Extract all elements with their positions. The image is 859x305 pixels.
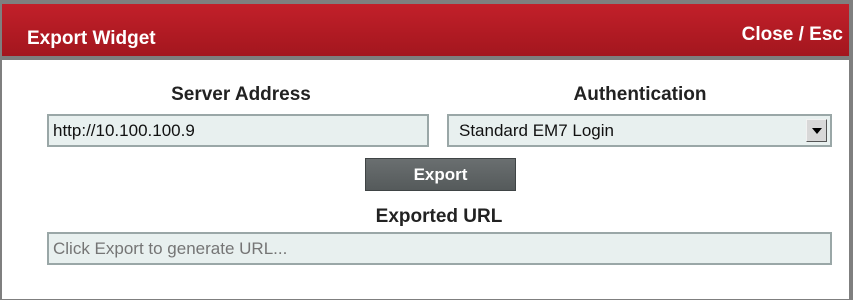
exported-url-field[interactable] xyxy=(47,232,832,265)
authentication-label: Authentication xyxy=(573,84,707,105)
chevron-down-icon[interactable] xyxy=(806,119,827,142)
exported-url-label: Exported URL xyxy=(375,206,503,227)
export-button[interactable]: Export xyxy=(365,158,516,191)
server-address-label: Server Address xyxy=(171,84,311,105)
dialog-titlebar: Export Widget Close / Esc xyxy=(2,4,849,60)
dialog-title: Export Widget xyxy=(27,28,156,49)
close-button[interactable]: Close / Esc xyxy=(742,24,843,46)
server-address-input[interactable] xyxy=(47,114,429,147)
authentication-selected-value: Standard EM7 Login xyxy=(459,121,614,140)
export-widget-dialog: Export Widget Close / Esc Server Address… xyxy=(0,0,853,300)
authentication-select[interactable]: Standard EM7 Login xyxy=(447,114,832,147)
